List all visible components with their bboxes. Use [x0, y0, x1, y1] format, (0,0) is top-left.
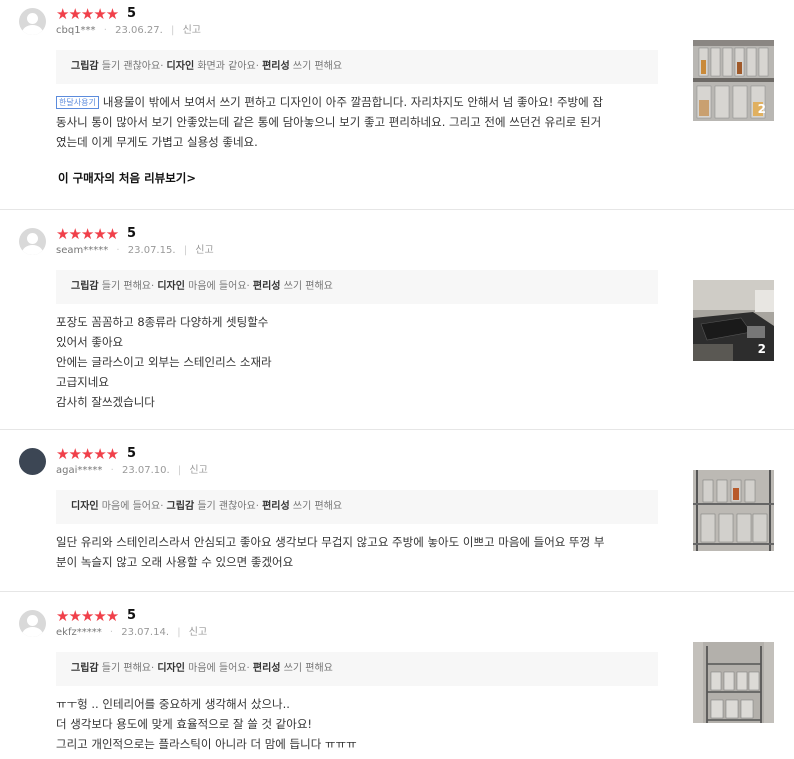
avatar [19, 8, 46, 35]
review-text: 한달사용기 내용물이 밖에서 보여서 쓰기 편하고 디자인이 아주 깔끔합니다. … [56, 92, 662, 152]
report-link[interactable]: 신고 [189, 465, 207, 476]
photo-kitchen-counter-icon[interactable]: 2 [693, 280, 774, 361]
rating-stars: ★★★★★ [56, 5, 119, 23]
attr-label: 그립감 [71, 663, 99, 674]
report-link[interactable]: 신고 [195, 245, 213, 256]
attr-label: 편리성 [252, 281, 281, 292]
attr-label: 그립감 [166, 501, 195, 512]
attr-label: 편리성 [262, 501, 290, 512]
attr-value: 들기 편해요 [101, 663, 151, 674]
attr-value: 들기 괜찮아요 [101, 61, 161, 72]
attr-label: 디자인 [157, 663, 185, 674]
rating-stars: ★★★★★ [56, 445, 119, 463]
review-attributes: 그립감 들기 편해요· 디자인 마음에 들어요· 편리성 쓰기 편해요 [56, 652, 658, 686]
review-item: ★★★★★ 5 seam***** · 23.07.15. | 신고 그립감 들… [0, 210, 794, 430]
review-text: 포장도 꼼꼼하고 8종류라 다양하게 셋팅할수 있어서 좋아요 안에는 글라스이… [56, 312, 662, 412]
report-link[interactable]: 신고 [183, 25, 201, 36]
review-meta: cbq1*** · 23.06.27. | 신고 [56, 25, 201, 36]
review-line: 일단 유리와 스테인리스라서 안심되고 좋아요 생각보다 무겁지 않고요 주방에… [56, 535, 605, 549]
attr-value: 마음에 들어요 [188, 663, 247, 674]
review-meta: seam***** · 23.07.15. | 신고 [56, 245, 214, 256]
reviewer-id: ekfz***** [56, 627, 102, 638]
rating-stars: ★★★★★ [56, 225, 119, 243]
review-line: 있어서 좋아요 [56, 335, 124, 349]
review-line: 분이 녹슬지 않고 오래 사용할 수 있으면 좋겠어요 [56, 555, 294, 569]
attr-label: 디자인 [157, 281, 185, 292]
review-attributes: 디자인 마음에 들어요· 그립감 들기 괜찮아요· 편리성 쓰기 편해요 [56, 490, 658, 524]
attr-value: 화면과 같아요 [197, 61, 256, 72]
photo-kitchen-canisters-shelf-icon[interactable]: 2 [693, 40, 774, 121]
rating-score: 5 [127, 446, 137, 461]
review-meta: agai***** · 23.07.10. | 신고 [56, 465, 208, 476]
photo-count: 2 [757, 342, 766, 356]
reviewer-id: seam***** [56, 245, 109, 256]
review-date: 23.06.27. [115, 25, 163, 36]
avatar [19, 228, 46, 255]
avatar [19, 448, 46, 475]
review-line: 내용물이 밖에서 보여서 쓰기 편하고 디자인이 아주 깔끔합니다. 자리차지도… [102, 95, 603, 109]
review-item: ★★★★★ 5 cbq1*** · 23.06.27. | 신고 그립감 들기 … [0, 0, 794, 210]
review-line: 고급지네요 [56, 375, 109, 389]
report-link[interactable]: 신고 [189, 627, 207, 638]
reviewer-id: cbq1*** [56, 25, 96, 36]
review-attributes: 그립감 들기 편해요· 디자인 마음에 들어요· 편리성 쓰기 편해요 [56, 270, 658, 304]
attr-label: 그립감 [71, 61, 99, 72]
attr-value: 들기 괜찮아요 [197, 501, 256, 512]
rating-stars: ★★★★★ [56, 607, 119, 625]
month-use-badge: 한달사용기 [56, 96, 99, 109]
review-meta: ekfz***** · 23.07.14. | 신고 [56, 627, 208, 638]
attr-label: 편리성 [262, 61, 290, 72]
review-item: ★★★★★ 5 ekfz***** · 23.07.14. | 신고 그립감 들… [0, 592, 794, 759]
review-attributes: 그립감 들기 괜찮아요· 디자인 화면과 같아요· 편리성 쓰기 편해요 [56, 50, 658, 84]
rating-score: 5 [127, 608, 137, 623]
review-item: ★★★★★ 5 agai***** · 23.07.10. | 신고 디자인 마… [0, 430, 794, 592]
review-line: 안에는 글라스이고 외부는 스테인리스 소재라 [56, 355, 272, 369]
attr-value: 들기 편해요 [101, 281, 151, 292]
attr-value: 쓰기 편해요 [283, 663, 333, 674]
rating-score: 5 [127, 6, 137, 21]
photo-canisters-wire-rack-icon[interactable] [693, 642, 774, 723]
attr-label: 디자인 [166, 61, 195, 72]
rating-score: 5 [127, 226, 137, 241]
review-line: 그리고 개인적으로는 플라스틱이 아니라 더 맘에 듭니다 ㅠㅠㅠ [56, 737, 357, 751]
review-date: 23.07.10. [121, 465, 170, 476]
reviewer-id: agai***** [56, 465, 103, 476]
attr-value: 마음에 들어요 [188, 281, 247, 292]
review-line: 더 생각보다 용도에 맞게 효율적으로 잘 쓸 것 같아요! [56, 717, 313, 731]
review-line: 포장도 꼼꼼하고 8종류라 다양하게 셋팅할수 [56, 315, 269, 329]
avatar [19, 610, 46, 637]
chevron-right-icon: > [186, 171, 197, 185]
attr-value: 쓰기 편해요 [292, 501, 343, 512]
attr-value: 마음에 들어요 [101, 501, 161, 512]
photo-canisters-rack-icon[interactable] [693, 470, 774, 551]
review-text: 일단 유리와 스테인리스라서 안심되고 좋아요 생각보다 무겁지 않고요 주방에… [56, 532, 662, 572]
review-line: 동사니 통이 많아서 보기 안좋았는데 같은 통에 담아놓으니 보기 좋고 편리… [56, 115, 602, 129]
attr-label: 그립감 [71, 281, 99, 292]
review-line: ㅠㅜ헝 .. 인테리어를 중요하게 생각해서 샀으나.. [56, 697, 290, 711]
review-text: ㅠㅜ헝 .. 인테리어를 중요하게 생각해서 샀으나.. 더 생각보다 용도에 … [56, 694, 662, 754]
review-line: 감사히 잘쓰겠습니다 [56, 395, 155, 409]
first-review-link[interactable]: 이 구매자의 처음 리뷰보기> [58, 170, 196, 186]
attr-value: 쓰기 편해요 [292, 61, 343, 72]
attr-label: 디자인 [71, 501, 99, 512]
review-date: 23.07.14. [121, 627, 169, 638]
attr-value: 쓰기 편해요 [283, 281, 333, 292]
attr-label: 편리성 [252, 663, 281, 674]
review-date: 23.07.15. [127, 245, 176, 256]
review-line: 였는데 이게 무게도 가볍고 실용성 좋네요. [56, 135, 258, 149]
photo-count: 2 [757, 102, 766, 116]
